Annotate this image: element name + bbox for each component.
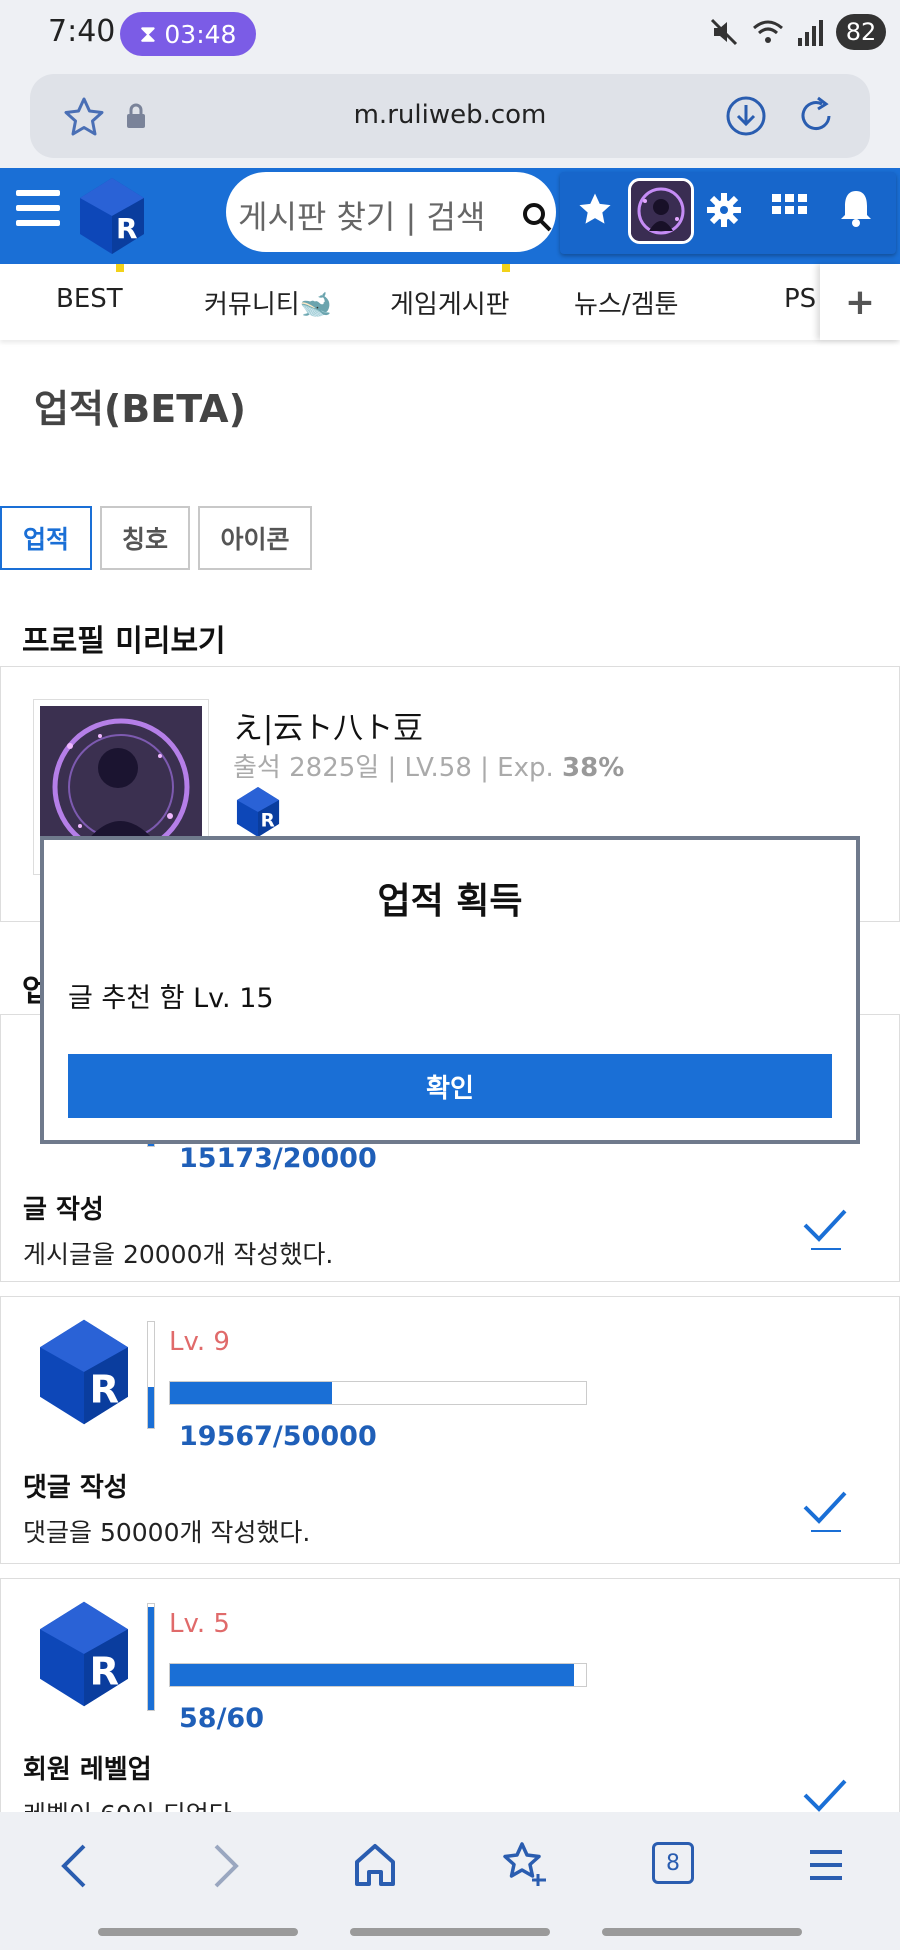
forward-icon[interactable] [208,1840,244,1892]
achievement-progress-text: 58/60 [179,1703,265,1734]
achievement-level: Lv. 9 [169,1327,230,1357]
achievement-name: 글 작성 [23,1195,104,1225]
achievement-progress-bar [169,1663,587,1687]
tab-titles[interactable]: 칭호 [100,506,190,570]
browser-toolbar: m.ruliweb.com [0,68,900,168]
status-bar: 7:40 ⧗ 03:48 82 [0,0,900,68]
tab-icons[interactable]: 아이콘 [198,506,312,570]
confirm-button[interactable]: 확인 [68,1054,832,1118]
apps-grid-icon[interactable] [772,192,808,226]
address-bar[interactable]: m.ruliweb.com [30,74,870,158]
nav-item-news[interactable]: 뉴스/겜툰 [574,284,678,321]
reload-icon[interactable] [794,94,838,138]
ruliweb-logo[interactable]: R [74,176,150,256]
mute-icon [710,18,738,46]
category-nav: BEST 커뮤니티🐋 게임게시판 뉴스/겜툰 PS + [0,264,900,340]
wifi-icon [753,20,783,43]
gesture-bar [602,1928,802,1936]
dialog-title: 업적 획득 [377,881,523,922]
ach-hbar-fill [170,1382,333,1404]
hourglass-icon: ⧗ [139,20,157,48]
profile-meta-text: 출석 2825일 | LV.58 | Exp. [233,753,563,783]
ach-vbar-fill [148,1386,154,1428]
achievement-unlocked-dialog: 업적 획득 글 추천 함 Lv. 15 확인 [40,836,860,1144]
favorites-star-icon[interactable] [576,190,614,228]
nav-item-community[interactable]: 커뮤니티🐋 [204,284,332,321]
site-header: R 게시판 찾기 | 검색 [0,168,900,264]
ach-vbar-fill [148,1607,154,1710]
achievement-level: Lv. 5 [169,1609,230,1639]
dialog-message: 글 추천 함 Lv. 15 [68,983,274,1014]
profile-name: え|云ト八ト豆 [233,711,424,746]
download-icon[interactable] [724,94,768,138]
gesture-bar [98,1928,298,1936]
nav-marker [502,264,510,272]
achievement-card: R Lv. 5 58/60 회원 레벨업 레벨이 60이 되었다. [0,1578,900,1846]
achievement-card: R Lv. 9 19567/50000 댓글 작성 댓글을 50000개 작성했… [0,1296,900,1564]
profile-exp-percent: 38% [562,753,625,783]
svg-text:R: R [116,212,138,245]
gear-icon[interactable] [706,192,742,228]
svg-text:R: R [90,1367,120,1412]
back-icon[interactable] [56,1840,92,1892]
bookmarks-icon[interactable] [500,1840,550,1890]
svg-text:R: R [90,1649,120,1694]
home-icon[interactable] [352,1840,398,1890]
menu-lines-icon[interactable] [806,1840,846,1890]
achievement-progress-text: 15173/20000 [179,1143,377,1174]
svg-text:R: R [261,810,275,831]
status-icons: 82 [708,14,886,50]
tab-count: 8 [666,1850,680,1876]
browser-bottom-bar: 8 [0,1812,900,1950]
battery-indicator: 82 [836,14,886,50]
achievement-description: 댓글을 50000개 작성했다. [23,1518,311,1547]
signal-icon [798,20,823,46]
focus-timer: ⧗ 03:48 [120,12,256,56]
tabs-button[interactable]: 8 [652,1842,694,1884]
user-avatar[interactable] [628,178,694,244]
avatar-image [631,181,691,241]
profile-badge-icon: R [236,787,280,837]
search-icon[interactable] [520,200,554,234]
status-time: 7:40 [48,14,116,49]
achievement-description: 게시글을 20000개 작성했다. [23,1240,334,1269]
nav-item-best[interactable]: BEST [56,284,123,314]
nav-marker [116,264,124,272]
menu-icon[interactable] [16,190,60,230]
check-icon [803,1209,847,1250]
page-title: 업적(BETA) [34,387,246,431]
ach-hbar-fill [170,1664,574,1686]
nav-item-game-board[interactable]: 게임게시판 [390,284,510,321]
tab-achievements[interactable]: 업적 [0,506,92,570]
timer-text: 03:48 [164,19,237,49]
achievement-logo: R [40,1319,128,1425]
header-tools [560,172,896,254]
check-icon [803,1491,847,1532]
achievement-progress-bar [169,1381,587,1405]
nav-item-ps[interactable]: PS [784,284,816,314]
achievement-logo: R [40,1601,128,1707]
profile-preview-title: 프로필 미리보기 [22,624,226,659]
achievement-name: 댓글 작성 [23,1473,128,1503]
achievement-vertical-bar [147,1603,155,1711]
add-tab-button[interactable]: + [820,264,900,340]
gesture-bar [350,1928,550,1936]
achievement-vertical-bar [147,1321,155,1429]
bell-icon[interactable] [838,188,874,228]
search-input[interactable]: 게시판 찾기 | 검색 [226,172,556,252]
search-placeholder: 게시판 찾기 | 검색 [238,198,486,236]
achievement-name: 회원 레벨업 [23,1755,152,1785]
profile-meta: 출석 2825일 | LV.58 | Exp. 38% [233,747,624,784]
achievement-progress-text: 19567/50000 [179,1421,377,1452]
